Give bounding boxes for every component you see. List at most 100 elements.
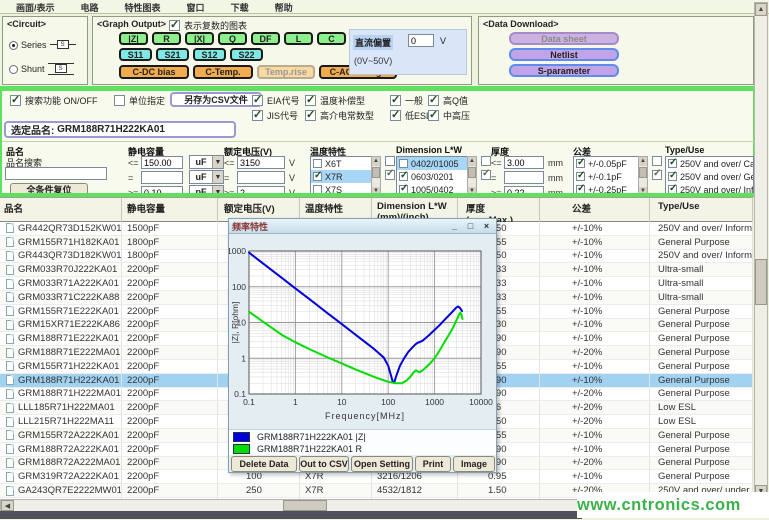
temp-char-item-X7R[interactable]: X7R	[311, 170, 371, 183]
menu-item-窗口[interactable]: 窗口	[185, 1, 207, 13]
vscroll-thumb[interactable]	[755, 259, 767, 305]
netlist-button[interactable]: Netlist	[509, 48, 619, 61]
cell-type-use: General Purpose	[650, 388, 753, 402]
list-scroll-thumb[interactable]	[372, 167, 380, 178]
graph-button-L[interactable]: L	[284, 32, 313, 45]
tolerance-check-all-box[interactable]	[652, 156, 662, 166]
thickness-eq-input[interactable]	[504, 171, 544, 184]
tolerance-item-+/-0.05pF[interactable]: +/-0.05pF	[574, 157, 638, 170]
file-icon	[6, 472, 14, 482]
save-csv-button[interactable]: 另存为CSV文件	[170, 92, 262, 107]
graph-button-R[interactable]: R	[152, 32, 181, 45]
list-scroll-thumb[interactable]	[639, 167, 647, 178]
chevron-down-icon[interactable]: ▼	[212, 171, 223, 183]
circuit-option-series[interactable]: SeriesS	[9, 39, 76, 51]
filter-check-低ESL[interactable]: 低ESL	[390, 109, 431, 122]
hscroll-thumb[interactable]	[283, 500, 327, 511]
capacitance-eq-input[interactable]	[141, 171, 183, 184]
checkbox-icon[interactable]	[313, 172, 322, 181]
filter-check-高Q值[interactable]: 高Q值	[428, 94, 468, 107]
menu-item-帮助[interactable]: 帮助	[273, 1, 295, 13]
print-button[interactable]: Print	[415, 456, 451, 472]
minimize-icon[interactable]: _	[448, 221, 461, 232]
list-scroll-thumb[interactable]	[468, 167, 476, 178]
tolerance-item-+/-0.1pF[interactable]: +/-0.1pF	[574, 170, 638, 183]
graph-button-DF[interactable]: DF	[251, 32, 280, 45]
graph-button-S21[interactable]: S21	[156, 48, 189, 61]
scroll-left-icon[interactable]: ◀	[1, 500, 14, 511]
capacitance-max-input[interactable]	[141, 156, 183, 169]
delete-data-button[interactable]: Delete Data	[231, 456, 297, 472]
temp-char-list-scrollbar[interactable]: ▲▼	[371, 156, 381, 197]
capacitance-eq-unit-select[interactable]: uF▼	[189, 170, 224, 184]
dialog-title-bar[interactable]: 频率特性 _□×	[229, 219, 496, 234]
menu-item-下载[interactable]: 下载	[229, 1, 251, 13]
radio-icon[interactable]	[9, 41, 18, 50]
checkbox-icon[interactable]	[576, 172, 585, 181]
voltage-eq-input[interactable]	[237, 171, 285, 184]
scroll-up-icon[interactable]: ▲	[468, 157, 476, 166]
s-parameter-button[interactable]: S-parameter	[509, 64, 619, 77]
filter-check-EIA代号[interactable]: EIA代号	[252, 94, 300, 107]
radio-icon[interactable]	[9, 65, 18, 74]
menu-item-特性图表[interactable]: 特性图表	[123, 1, 163, 13]
part-search-input[interactable]	[5, 167, 107, 180]
checkbox-icon[interactable]	[668, 159, 677, 168]
image-button[interactable]: Image	[453, 456, 495, 472]
graph-button-S22[interactable]: S22	[230, 48, 263, 61]
filter-check-温度补偿型[interactable]: 温度补偿型	[305, 94, 365, 107]
checkbox-icon[interactable]	[576, 159, 585, 168]
temp-char-check-all-box[interactable]	[385, 156, 395, 166]
voltage-max-input[interactable]	[237, 156, 285, 169]
dimension-check-all-box[interactable]	[481, 156, 491, 166]
graph-button-S11[interactable]: S11	[119, 48, 152, 61]
maximize-icon[interactable]: □	[464, 221, 477, 232]
graph-button-Q[interactable]: Q	[218, 32, 247, 45]
scroll-up-icon[interactable]: ▲	[639, 157, 647, 166]
checkbox-icon[interactable]	[668, 172, 677, 181]
scroll-up-icon[interactable]: ▲	[372, 157, 380, 166]
vertical-scrollbar[interactable]: ▲ ▼	[754, 2, 768, 499]
temp-char-item-X6T[interactable]: X6T	[311, 157, 371, 170]
menu-item-电路[interactable]: 电路	[79, 1, 101, 13]
cell-thickness: 1.50	[458, 484, 540, 498]
filter-check-一般[interactable]: 一般	[390, 94, 423, 107]
tolerance-uncheck-all-box[interactable]	[652, 170, 662, 180]
filter-check-中高压[interactable]: 中高压	[428, 109, 470, 122]
type-use-item-250V and over/ General[interactable]: 250V and over/ General	[666, 170, 753, 183]
graph-button-C-Temp-[interactable]: C-Temp.	[193, 65, 253, 79]
menu-item-画面/表示[interactable]: 画面/表示	[14, 1, 57, 13]
unit-value: uF	[190, 172, 212, 182]
open-setting-button[interactable]: Open Setting	[351, 456, 413, 472]
checkbox-icon[interactable]	[399, 172, 408, 181]
tolerance-list-scrollbar[interactable]: ▲▼	[638, 156, 648, 197]
scroll-up-icon[interactable]: ▲	[755, 3, 767, 16]
column-header-1: 静电容量	[122, 198, 218, 223]
dimension-uncheck-all-box[interactable]	[481, 170, 491, 180]
graph-button-C-DC-bias[interactable]: C-DC bias	[119, 65, 189, 79]
out-to-csv-button[interactable]: Out to CSV	[299, 456, 349, 472]
dimension-list-scrollbar[interactable]: ▲▼	[467, 156, 477, 197]
chevron-down-icon[interactable]: ▼	[212, 156, 223, 168]
search-toggle-checkbox[interactable]: 搜索功能 ON/OFF	[10, 94, 98, 107]
graph-button-X[interactable]: |X|	[185, 32, 214, 45]
circuit-option-shunt[interactable]: ShuntS	[9, 63, 74, 75]
capacitance-max-unit-select[interactable]: uF▼	[189, 155, 224, 169]
thickness-max-input[interactable]	[504, 156, 544, 169]
graph-button-Z[interactable]: |Z|	[119, 32, 148, 45]
dimension-item-0402/01005[interactable]: 0402/01005	[397, 157, 467, 170]
close-icon[interactable]: ×	[480, 221, 493, 232]
cell-part-number: GRM033R71A222KA01	[0, 277, 122, 291]
checkbox-icon[interactable]	[399, 159, 408, 168]
filter-check-JIS代号[interactable]: JIS代号	[252, 109, 298, 122]
dimension-item-0603/0201[interactable]: 0603/0201	[397, 170, 467, 183]
graph-button-S12[interactable]: S12	[193, 48, 226, 61]
graph-button-C[interactable]: C	[317, 32, 346, 45]
dc-bias-input[interactable]	[408, 34, 434, 47]
checkbox-icon[interactable]	[313, 159, 322, 168]
filter-check-高介电常数型[interactable]: 高介电常数型	[305, 109, 374, 122]
unit-spec-checkbox[interactable]: 单位指定	[114, 94, 165, 107]
type-use-item-250V and over/ Camera[interactable]: 250V and over/ Camera	[666, 157, 753, 170]
temp-char-uncheck-all-box[interactable]	[385, 170, 395, 180]
show-complex-checkbox[interactable]: 表示复数的图表	[169, 19, 247, 32]
